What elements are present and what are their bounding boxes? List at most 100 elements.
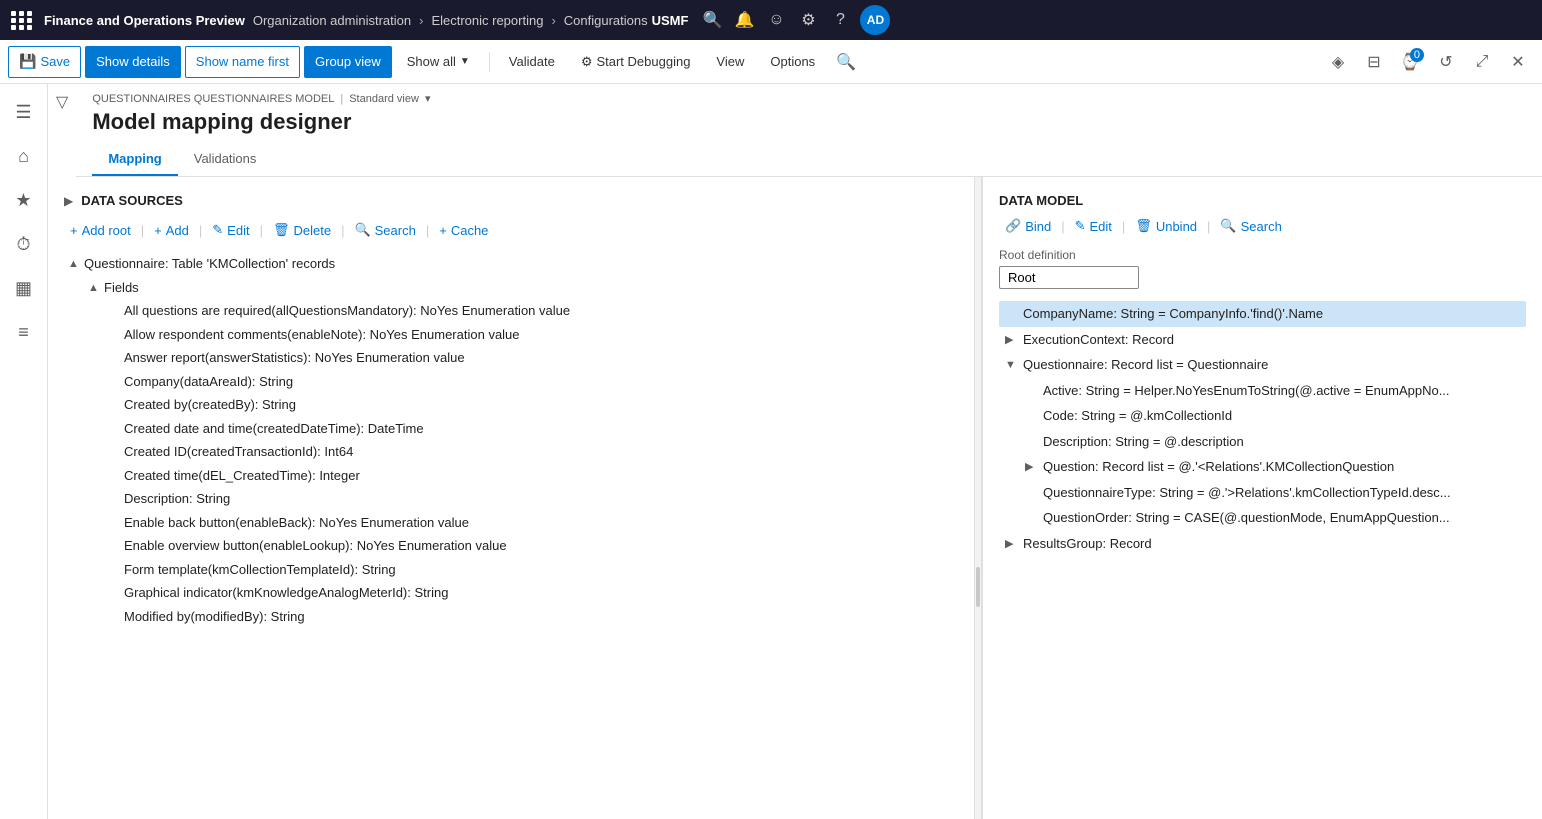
show-all-button[interactable]: Show all ▼ (396, 46, 481, 78)
sidebar-recent[interactable]: ⏱ (4, 224, 44, 264)
tab-validations[interactable]: Validations (178, 143, 273, 176)
options-button[interactable]: Options (759, 46, 826, 78)
filter-search-icon[interactable]: 🔍 (830, 46, 862, 78)
panel-toggle-icon[interactable]: ⊟ (1358, 46, 1390, 78)
validate-button[interactable]: Validate (498, 46, 566, 78)
cache-button-ds[interactable]: + Cache (433, 221, 494, 240)
bind-icon: 🔗 (1005, 218, 1021, 234)
dm-active: Active: String = Helper.NoYesEnumToStrin… (1019, 378, 1526, 404)
tree-node-fields: ▲ Fields All questions are required(allQ… (84, 276, 958, 629)
questionnaire-node-label[interactable]: ▲ Questionnaire: Table 'KMCollection' re… (64, 252, 958, 276)
field-label-3[interactable]: Company(dataAreaId): String (104, 370, 958, 394)
dm-code-label[interactable]: Code: String = @.kmCollectionId (1019, 403, 1526, 429)
field-item-10: Enable overview button(enableLookup): No… (104, 534, 958, 558)
company-code: USMF (652, 13, 689, 28)
panel-resize-handle[interactable] (974, 177, 982, 819)
sidebar-modules[interactable]: ≡ (4, 312, 44, 352)
sidebar-calendar[interactable]: ▦ (4, 268, 44, 308)
start-debugging-label: Start Debugging (596, 54, 690, 69)
filter-icon[interactable]: ▽ (56, 92, 68, 112)
breadcrumb-er[interactable]: Electronic reporting (431, 13, 543, 28)
field-item-1: Allow respondent comments(enableNote): N… (104, 323, 958, 347)
feedback-icon[interactable]: ☺ (764, 8, 788, 32)
close-icon[interactable]: ✕ (1502, 46, 1534, 78)
fields-node-label[interactable]: ▲ Fields (84, 276, 958, 300)
dm-resultsgroup-label[interactable]: ▶ ResultsGroup: Record (999, 531, 1526, 557)
unbind-button[interactable]: 🗑 Unbind (1129, 216, 1203, 236)
notifications-icon[interactable]: 🔔 (732, 8, 756, 32)
breadcrumb-config[interactable]: Configurations (564, 13, 648, 28)
breadcrumb-part2: Standard view (349, 93, 419, 105)
datamodel-toolbar: 🔗 Bind | ✎ Edit | 🗑 Unbind | � (999, 216, 1526, 236)
help-icon[interactable]: ? (828, 8, 852, 32)
field-label-5[interactable]: Created date and time(createdDateTime): … (104, 417, 958, 441)
sidebar: ☰ ⌂ ★ ⏱ ▦ ≡ (0, 84, 48, 819)
save-button[interactable]: 💾 Save (8, 46, 81, 78)
expand-icon[interactable]: ⤢ (1466, 46, 1498, 78)
dm-questionorder: QuestionOrder: String = CASE(@.questionM… (1019, 505, 1526, 531)
edit-button-ds[interactable]: ✎ Edit (206, 220, 255, 240)
add-root-button[interactable]: + Add root (64, 221, 137, 240)
delete-button-ds[interactable]: 🗑 Delete (267, 220, 337, 240)
field-label-10[interactable]: Enable overview button(enableLookup): No… (104, 534, 958, 558)
show-name-first-label: Show name first (196, 54, 289, 69)
edit-button-dm[interactable]: ✎ Edit (1069, 216, 1118, 236)
breadcrumb-org[interactable]: Organization administration (253, 13, 411, 28)
field-item-7: Created time(dEL_CreatedTime): Integer (104, 464, 958, 488)
field-label-6[interactable]: Created ID(createdTransactionId): Int64 (104, 440, 958, 464)
datasources-expand-icon[interactable]: ▶ (64, 194, 73, 208)
field-label-4[interactable]: Created by(createdBy): String (104, 393, 958, 417)
view-button[interactable]: View (705, 46, 755, 78)
show-details-button[interactable]: Show details (85, 46, 181, 78)
dm-description-label[interactable]: Description: String = @.description (1019, 429, 1526, 455)
dm-questionnairetype-label[interactable]: QuestionnaireType: String = @.'>Relation… (1019, 480, 1526, 506)
field-label-0[interactable]: All questions are required(allQuestionsM… (104, 299, 958, 323)
add-label: Add (166, 223, 189, 238)
search-icon-topbar[interactable]: 🔍 (700, 8, 724, 32)
cache-label-ds: Cache (451, 223, 489, 238)
field-label-7[interactable]: Created time(dEL_CreatedTime): Integer (104, 464, 958, 488)
questionnaire-children: ▲ Fields All questions are required(allQ… (64, 276, 958, 629)
badge-icon[interactable]: 0 ⌚ (1394, 46, 1426, 78)
dm-question-label[interactable]: ▶ Question: Record list = @.'<Relations'… (1019, 454, 1526, 480)
sidebar-favorites[interactable]: ★ (4, 180, 44, 220)
dm-execcontext-label[interactable]: ▶ ExecutionContext: Record (999, 327, 1526, 353)
field-label-2[interactable]: Answer report(answerStatistics): NoYes E… (104, 346, 958, 370)
diamond-icon[interactable]: ◈ (1322, 46, 1354, 78)
field-label-8[interactable]: Description: String (104, 487, 958, 511)
start-debugging-button[interactable]: ⚙ Start Debugging (570, 46, 702, 78)
field-label-1[interactable]: Allow respondent comments(enableNote): N… (104, 323, 958, 347)
page-header: QUESTIONNAIRES QUESTIONNAIRES MODEL | St… (76, 84, 1542, 177)
user-avatar[interactable]: AD (860, 5, 890, 35)
search-button-dm[interactable]: 🔍 Search (1214, 216, 1287, 236)
bind-button[interactable]: 🔗 Bind (999, 216, 1057, 236)
datamodel-panel: DATA MODEL 🔗 Bind | ✎ Edit | 🗑 U (982, 177, 1542, 819)
command-bar: 💾 Save Show details Show name first Grou… (0, 40, 1542, 84)
breadcrumb-dropdown-icon[interactable]: ▾ (425, 92, 431, 105)
edit-label-ds: Edit (227, 223, 249, 238)
add-icon: + (154, 223, 162, 238)
settings-icon[interactable]: ⚙ (796, 8, 820, 32)
search-button-ds[interactable]: 🔍 Search (348, 220, 421, 240)
field-label-9[interactable]: Enable back button(enableBack): NoYes En… (104, 511, 958, 535)
add-button[interactable]: + Add (148, 221, 195, 240)
sidebar-hamburger[interactable]: ☰ (4, 92, 44, 132)
field-label-13[interactable]: Modified by(modifiedBy): String (104, 605, 958, 629)
group-view-button[interactable]: Group view (304, 46, 392, 78)
sidebar-home[interactable]: ⌂ (4, 136, 44, 176)
dm-questionorder-label[interactable]: QuestionOrder: String = CASE(@.questionM… (1019, 505, 1526, 531)
dm-active-label[interactable]: Active: String = Helper.NoYesEnumToStrin… (1019, 378, 1526, 404)
field-label-11[interactable]: Form template(kmCollectionTemplateId): S… (104, 558, 958, 582)
expand-fields-icon[interactable]: ▲ (88, 280, 100, 297)
dm-companyname-label[interactable]: CompanyName: String = CompanyInfo.'find(… (999, 301, 1526, 327)
dm-questionnaire-label[interactable]: ▼ Questionnaire: Record list = Questionn… (999, 352, 1526, 378)
show-all-label: Show all (407, 54, 456, 69)
show-name-first-button[interactable]: Show name first (185, 46, 300, 78)
field-label-12[interactable]: Graphical indicator(kmKnowledgeAnalogMet… (104, 581, 958, 605)
expand-questionnaire-icon[interactable]: ▲ (68, 256, 80, 273)
apps-grid-icon[interactable] (8, 6, 36, 34)
root-definition-input[interactable] (999, 266, 1139, 289)
tab-mapping[interactable]: Mapping (92, 143, 177, 176)
refresh-icon[interactable]: ↺ (1430, 46, 1462, 78)
search-label-dm: Search (1241, 219, 1282, 234)
